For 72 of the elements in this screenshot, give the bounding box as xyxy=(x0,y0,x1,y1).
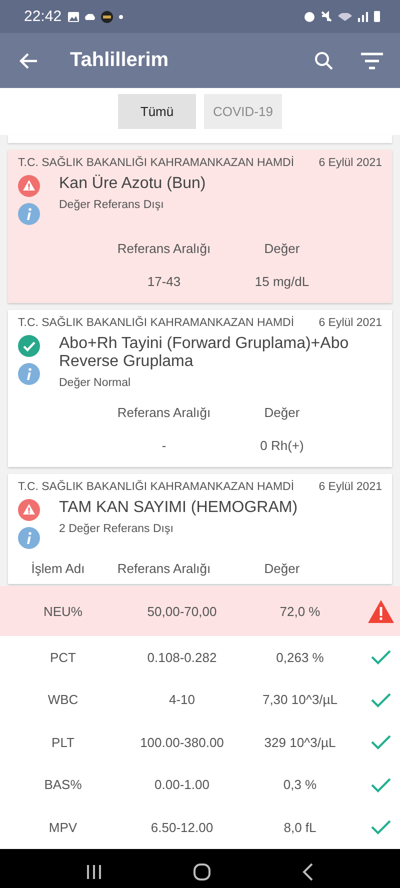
column-header: İşlem Adı xyxy=(30,561,86,576)
cloud-icon xyxy=(84,14,95,20)
table-cell-text: 6.50-12.00 xyxy=(150,820,214,835)
column-header: Referans Aralığı xyxy=(116,405,212,420)
check-icon xyxy=(371,819,391,836)
table-cell-text: 0,3 % xyxy=(282,777,318,792)
status-time: 22:42 xyxy=(24,8,62,25)
table-cell-text: 0.108-0.282 xyxy=(146,650,218,665)
table-cell-text: 15 mg/dL xyxy=(254,274,310,289)
screen-title: Tahlillerim xyxy=(70,49,170,72)
recent-apps-icon[interactable] xyxy=(86,864,102,880)
result-card[interactable]: T.C. SAĞLIK BAKANLIĞI KAHRAMANKAZAN HAMDİ 6 Eylül 2021 Kan Üre Azotu (Bun) Değer Referans Dışı Referans Aralığı Değer 17-43 15 mg/dL xyxy=(8,150,392,303)
wifi-icon xyxy=(338,12,352,20)
dot-icon xyxy=(118,14,123,18)
home-icon[interactable] xyxy=(192,863,211,881)
check-icon xyxy=(371,776,391,793)
filter-icon[interactable] xyxy=(360,52,384,70)
filter-tab[interactable]: Tümü xyxy=(118,94,196,129)
warning-icon xyxy=(18,175,40,197)
app-icon xyxy=(100,10,113,22)
result-card[interactable]: T.C. SAĞLIK BAKANLIĞI KAHRAMANKAZAN HAMDİ 6 Eylül 2021 TAM KAN SAYIMI (HEMOGRAM) 2 Değer Referans Dışı İşlem Adı Referans Aralığı Değer xyxy=(8,474,392,584)
table-cell-text: 72,0 % xyxy=(278,604,322,618)
result-card[interactable]: T.C. SAĞLIK BAKANLIĞI KAHRAMANKAZAN HAMDİ 6 Eylül 2021 Abo+Rh Tayini (Forward Gruplama)+Abo Reverse Gruplama Değer Normal Referans Aralığı Değer - 0 Rh(+) xyxy=(8,310,392,467)
table-cell-text: 100.00-380.00 xyxy=(139,734,225,750)
back-icon[interactable] xyxy=(302,863,314,881)
table-cell-text: 17-43 xyxy=(146,274,182,289)
table-cell-text: WBC xyxy=(46,692,80,708)
result-summary: Değer Referans Dışı xyxy=(59,199,165,211)
table-cell-text: 4-10 xyxy=(168,692,196,708)
hospital-name: T.C. SAĞLIK BAKANLIĞI KAHRAMANKAZAN HAMDİ xyxy=(18,317,294,329)
hospital-name: T.C. SAĞLIK BAKANLIĞI KAHRAMANKAZAN HAMDİ xyxy=(18,157,294,169)
check-icon xyxy=(371,649,391,666)
table-cell-text: - xyxy=(160,438,168,453)
table-cell-text: 329 10^3/µL xyxy=(263,734,337,750)
column-header: Referans Aralığı xyxy=(116,241,212,256)
warning-icon xyxy=(367,598,395,624)
result-date: 6 Eylül 2021 xyxy=(318,481,382,493)
check-icon xyxy=(371,692,391,708)
table-cell-text: 0 Rh(+) xyxy=(259,438,305,453)
info-icon[interactable] xyxy=(18,203,40,225)
result-date: 6 Eylül 2021 xyxy=(318,157,382,169)
hospital-name: T.C. SAĞLIK BAKANLIĞI KAHRAMANKAZAN HAMDİ xyxy=(18,481,294,493)
warning-icon xyxy=(18,499,40,521)
table-cell-text: 0,263 % xyxy=(275,650,325,665)
table-cell-text: PCT xyxy=(49,650,77,665)
table-cell-text: 8,0 fL xyxy=(282,820,318,835)
result-date: 6 Eylül 2021 xyxy=(318,317,382,329)
test-name: Kan Üre Azotu (Bun) xyxy=(59,175,206,193)
table-cell-text: 7,30 10^3/µL xyxy=(261,692,339,708)
table-cell-text: 0.00-1.00 xyxy=(154,777,210,792)
table-cell-text: MPV xyxy=(48,820,78,835)
test-name: Abo+Rh Tayini (Forward Gruplama)+Abo Reverse Gruplama xyxy=(59,335,350,371)
table-cell-text: BAS% xyxy=(43,777,83,792)
battery-icon xyxy=(374,11,380,22)
column-header: Değer xyxy=(263,405,301,420)
table-cell-text: 50,00-70,00 xyxy=(146,604,218,618)
column-header: Referans Aralığı xyxy=(116,561,212,576)
check-icon xyxy=(18,335,40,357)
table-cell-text: PLT xyxy=(50,734,76,750)
info-icon[interactable] xyxy=(18,363,40,385)
result-summary: Değer Normal xyxy=(59,377,132,389)
test-name: TAM KAN SAYIMI (HEMOGRAM) xyxy=(59,499,298,517)
info-icon[interactable] xyxy=(18,527,40,549)
column-header: Değer xyxy=(263,561,301,576)
check-icon xyxy=(371,734,391,750)
table-cell-text: NEU% xyxy=(42,604,84,618)
gallery-icon xyxy=(68,12,79,22)
result-summary: 2 Değer Referans Dışı xyxy=(59,523,174,535)
mute-icon xyxy=(321,11,332,22)
search-icon[interactable] xyxy=(314,50,334,70)
column-header: Değer xyxy=(263,241,301,256)
signal-icon xyxy=(358,12,368,22)
